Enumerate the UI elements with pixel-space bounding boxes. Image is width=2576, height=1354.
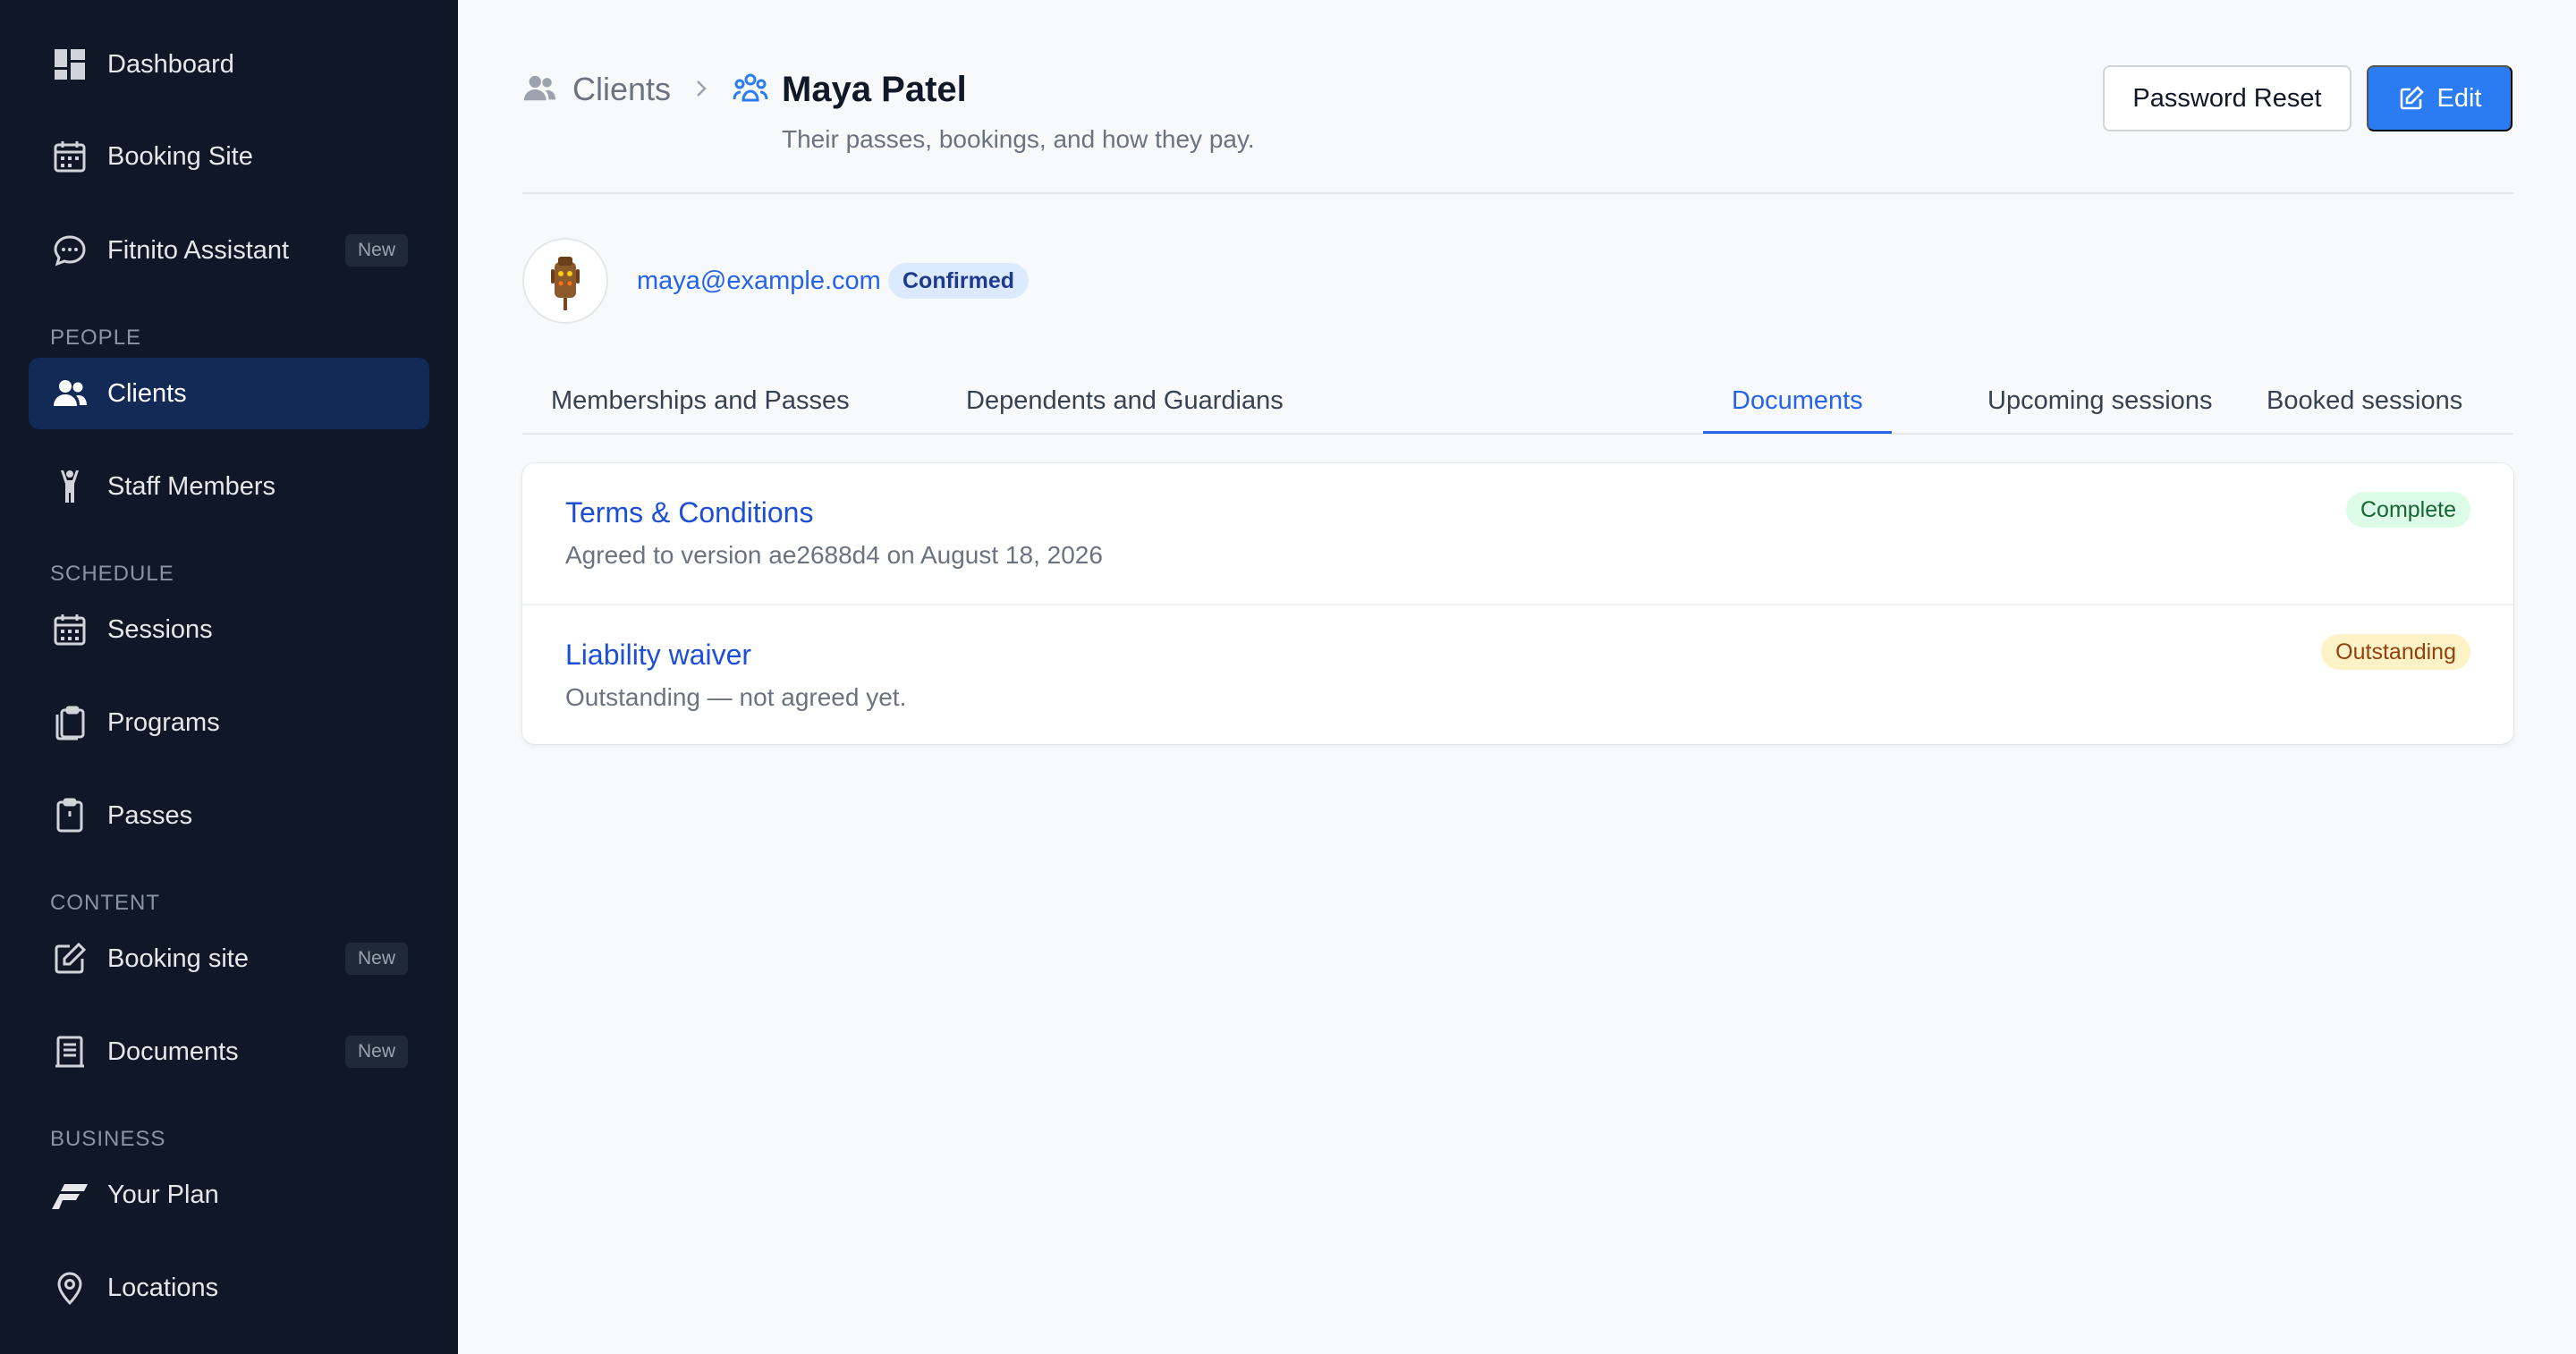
main-content: Clients Maya Patel Their passes, booking… <box>458 0 2576 1354</box>
edit-icon <box>2398 85 2425 112</box>
user-group-icon <box>732 70 769 107</box>
sidebar-item-label: Booking Site <box>107 142 253 171</box>
sidebar-item-label: Clients <box>107 379 187 408</box>
client-email-link[interactable]: maya@example.com <box>637 263 881 299</box>
chevron-right-icon <box>691 75 712 102</box>
document-description: Outstanding — not agreed yet. <box>565 683 907 711</box>
tab-upcoming-sessions[interactable]: Upcoming sessions <box>1987 376 2212 435</box>
section-label-people: PEOPLE <box>50 326 142 350</box>
sidebar-item-passes[interactable]: Passes <box>29 780 429 851</box>
tab-dependents-and-guardians[interactable]: Dependents and Guardians <box>966 376 1284 435</box>
avatar-figure-icon <box>551 257 580 310</box>
sidebar-item-sessions[interactable]: Sessions <box>29 594 429 665</box>
status-badge: Outstanding <box>2321 634 2470 670</box>
sidebar-item-label: Locations <box>107 1274 219 1302</box>
status-badge: Confirmed <box>888 263 1029 299</box>
document-description: Agreed to version ae2688d4 on August 18,… <box>565 541 1103 569</box>
status-badge: Complete <box>2346 492 2470 528</box>
clipboard-icon <box>52 798 88 834</box>
tab-bar: Memberships and Passes Dependents and Gu… <box>522 376 2513 435</box>
new-badge: New <box>344 943 408 975</box>
sidebar-item-label: Staff Members <box>107 472 276 501</box>
sidebar-item-label: Dashboard <box>107 50 234 79</box>
page-subtitle: Their passes, bookings, and how they pay… <box>782 125 1255 153</box>
page-title: Maya Patel <box>782 70 967 109</box>
users-icon <box>522 72 556 106</box>
sidebar-item-documents[interactable]: Documents New <box>29 1016 429 1087</box>
calendar-grid-icon <box>52 612 88 647</box>
sidebar-item-booking-site[interactable]: Booking Site <box>29 121 429 192</box>
clipboard-stack-icon <box>52 705 88 740</box>
calendar-icon <box>52 139 88 174</box>
avatar[interactable] <box>522 238 608 324</box>
sidebar-item-fitnito-assistant[interactable]: Fitnito Assistant New <box>29 215 429 286</box>
sidebar-item-clients[interactable]: Clients <box>29 358 429 429</box>
edit-button[interactable]: Edit <box>2367 65 2512 131</box>
sidebar: Dashboard Booking Site Fitnito Assistant… <box>0 0 458 1354</box>
sidebar-item-label: Sessions <box>107 615 213 644</box>
list-item: Liability waiver Outstanding — not agree… <box>522 604 2513 744</box>
fitnito-logo-icon <box>52 1177 88 1213</box>
sidebar-item-your-plan[interactable]: Your Plan <box>29 1159 429 1231</box>
edit-square-icon <box>52 941 88 977</box>
document-title-link[interactable]: Terms & Conditions <box>565 494 813 531</box>
users-icon <box>52 376 88 411</box>
sidebar-item-label: Booking site <box>107 944 249 973</box>
sidebar-item-label: Passes <box>107 801 193 830</box>
breadcrumb-clients-link[interactable]: Clients <box>572 68 671 111</box>
chat-bubble-icon <box>52 233 88 268</box>
header-divider <box>522 192 2513 194</box>
list-item: Terms & Conditions Agreed to version ae2… <box>522 463 2513 604</box>
tab-booked-sessions[interactable]: Booked sessions <box>2267 376 2462 435</box>
sidebar-item-label: Documents <box>107 1037 239 1066</box>
new-badge: New <box>344 234 408 267</box>
sidebar-item-programs[interactable]: Programs <box>29 687 429 758</box>
new-badge: New <box>344 1036 408 1068</box>
sidebar-item-label: Fitnito Assistant <box>107 236 290 265</box>
document-title-link[interactable]: Liability waiver <box>565 636 751 673</box>
active-tab-indicator <box>1703 431 1892 434</box>
sidebar-item-staff-members[interactable]: Staff Members <box>29 451 429 522</box>
document-icon <box>52 1034 88 1070</box>
dashboard-icon <box>52 47 88 82</box>
section-label-business: BUSINESS <box>50 1127 166 1151</box>
section-label-schedule: SCHEDULE <box>50 562 174 586</box>
staff-figure-icon <box>52 469 88 504</box>
section-label-content: CONTENT <box>50 891 160 915</box>
password-reset-button[interactable]: Password Reset <box>2103 65 2351 131</box>
map-pin-icon <box>52 1270 88 1306</box>
sidebar-item-locations[interactable]: Locations <box>29 1252 429 1324</box>
sidebar-item-booking-site-content[interactable]: Booking site New <box>29 923 429 994</box>
tab-memberships-and-passes[interactable]: Memberships and Passes <box>551 376 850 435</box>
sidebar-item-label: Your Plan <box>107 1181 219 1209</box>
edit-button-label: Edit <box>2436 83 2482 113</box>
sidebar-item-label: Programs <box>107 708 220 737</box>
documents-card: Terms & Conditions Agreed to version ae2… <box>522 463 2513 744</box>
tab-documents[interactable]: Documents <box>1732 376 1863 435</box>
sidebar-item-dashboard[interactable]: Dashboard <box>29 29 429 100</box>
